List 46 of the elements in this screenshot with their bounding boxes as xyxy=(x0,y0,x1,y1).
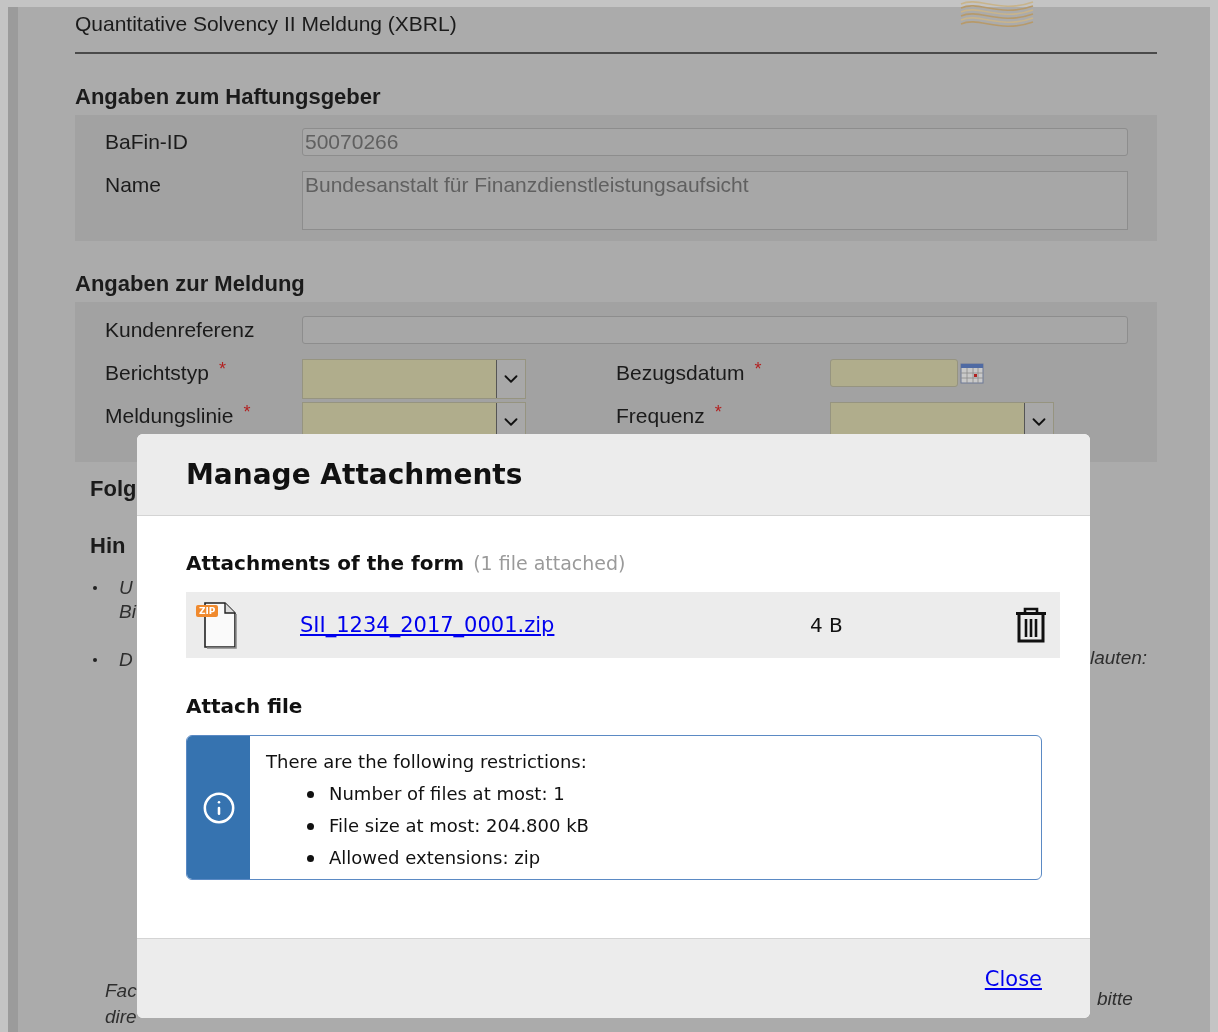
section-heading: Attach file xyxy=(186,693,303,720)
text-fragment: Fac xyxy=(105,979,137,1003)
text-fragment: dire xyxy=(105,1005,137,1029)
dropdown-field[interactable] xyxy=(302,359,526,399)
text-fragment: D xyxy=(119,648,133,672)
required-marker: * xyxy=(218,359,226,380)
date-field[interactable] xyxy=(830,359,958,387)
wave-logo-icon xyxy=(959,0,1035,30)
file-size: 4 B xyxy=(810,613,844,637)
text-fragment: Bi xyxy=(119,600,136,624)
required-marker: * xyxy=(754,359,762,380)
field-label: Name xyxy=(105,172,163,198)
section-heading: Attachments of the form xyxy=(186,550,465,577)
bullet-icon xyxy=(93,586,97,590)
field-label: Meldungslinie xyxy=(105,403,234,429)
text-fragment: bitte xyxy=(1097,987,1133,1011)
bullet-icon xyxy=(93,658,97,662)
delete-button[interactable] xyxy=(1014,606,1048,644)
file-count: (1 file attached) xyxy=(473,552,626,574)
text-fragment: Hin xyxy=(90,534,126,558)
reference-field[interactable] xyxy=(302,316,1128,344)
field-label: Frequenz xyxy=(616,403,705,429)
required-marker: * xyxy=(243,402,251,423)
field-label: BaFin-ID xyxy=(105,129,189,155)
page-title: Quantitative Solvency II Meldung (XBRL) xyxy=(75,12,457,36)
restriction-text: Allowed extensions: zip xyxy=(329,846,541,870)
field-label: Kundenreferenz xyxy=(105,317,256,343)
restriction-text: File size at most: 204.800 kB xyxy=(329,814,589,838)
info-text: There are the following restrictions: xyxy=(266,750,588,774)
text-fragment: lauten: xyxy=(1090,646,1148,670)
field-label: Bezugsdatum xyxy=(616,360,745,386)
bullet-icon xyxy=(307,790,314,798)
text-fragment: U xyxy=(119,576,133,600)
dialog-title: Manage Attachments xyxy=(186,458,523,491)
restriction-text: Number of files at most: 1 xyxy=(329,782,565,806)
info-icon xyxy=(201,790,236,825)
field-label: Berichtstyp xyxy=(105,360,209,386)
bullet-icon xyxy=(307,854,314,862)
close-link[interactable]: Close xyxy=(984,966,1042,991)
section-heading: Angaben zur Meldung xyxy=(75,271,306,297)
text-fragment: Folg xyxy=(90,477,137,501)
bullet-icon xyxy=(307,822,314,830)
file-link[interactable]: SII_1234_2017_0001.zip xyxy=(300,613,810,637)
section-heading: Angaben zum Haftungsgeber xyxy=(75,84,382,110)
required-marker: * xyxy=(714,402,722,423)
calendar-icon[interactable] xyxy=(960,362,984,384)
